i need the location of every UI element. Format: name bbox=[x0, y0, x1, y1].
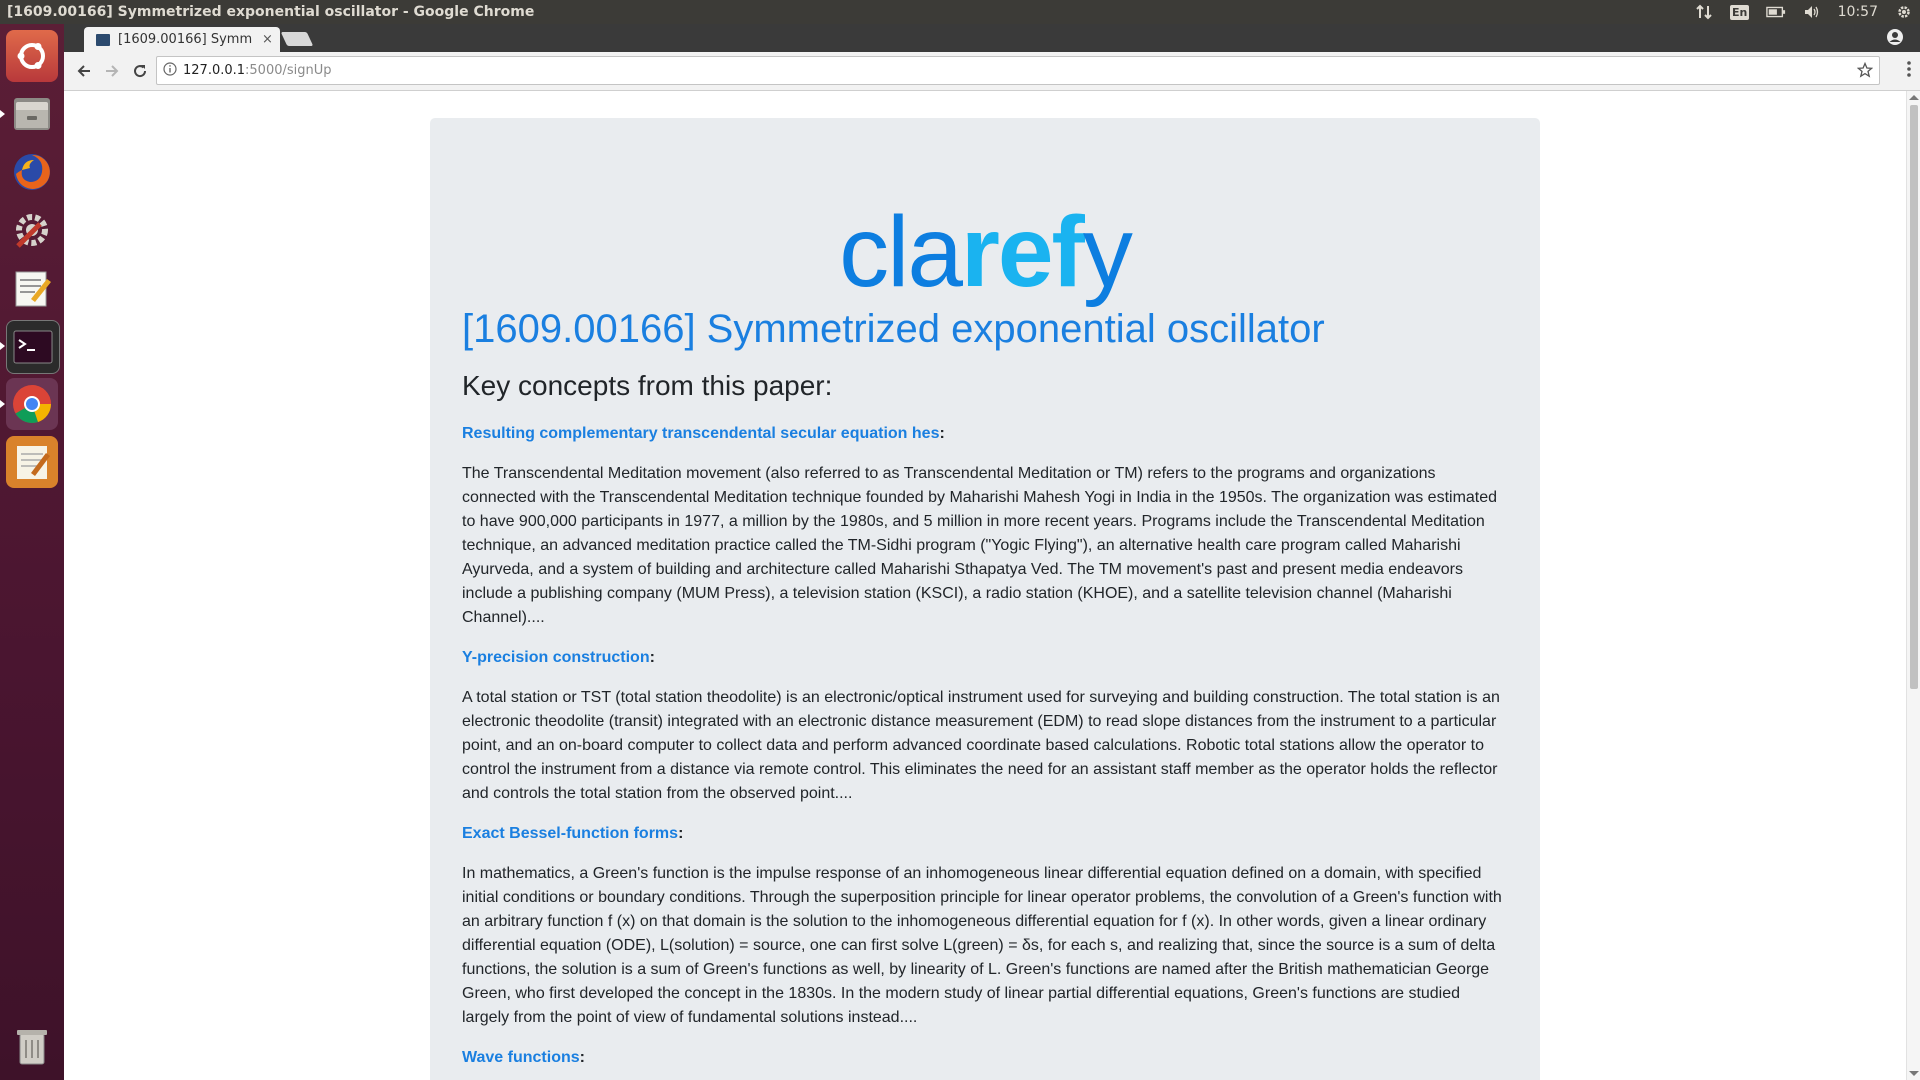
back-button[interactable] bbox=[72, 59, 96, 83]
trash-icon[interactable] bbox=[6, 1020, 58, 1072]
notes-icon[interactable] bbox=[6, 436, 58, 488]
logo-part-2: ref bbox=[961, 196, 1085, 308]
concept-link[interactable]: Resulting complementary transcendental s… bbox=[462, 425, 939, 442]
page-scrollbar[interactable] bbox=[1906, 91, 1920, 1080]
browser-toolbar: 127.0.0.1:5000/signUp bbox=[64, 52, 1920, 91]
battery-icon[interactable] bbox=[1765, 2, 1786, 22]
scroll-down-arrow[interactable] bbox=[1909, 1071, 1919, 1076]
running-indicator bbox=[0, 110, 5, 118]
terminal-icon[interactable] bbox=[6, 320, 60, 374]
running-indicator bbox=[0, 400, 5, 408]
concept-title: Exact Bessel-function forms: bbox=[462, 825, 684, 842]
keyboard-layout-indicator[interactable]: En bbox=[1729, 2, 1750, 22]
firefox-icon[interactable] bbox=[6, 146, 58, 198]
scroll-up-arrow[interactable] bbox=[1909, 95, 1919, 100]
profile-icon[interactable] bbox=[1886, 28, 1904, 50]
paper-title: [1609.00166] Symmetrized exponential osc… bbox=[462, 307, 1325, 351]
system-settings-icon[interactable] bbox=[6, 204, 58, 256]
concept-link[interactable]: Y-precision construction bbox=[462, 649, 650, 666]
concepts-heading: Key concepts from this paper: bbox=[462, 370, 833, 401]
clarefy-logo[interactable]: clarefy bbox=[430, 202, 1540, 302]
ubuntu-dash-icon[interactable] bbox=[6, 30, 58, 82]
launcher bbox=[0, 24, 65, 1080]
gear-icon[interactable] bbox=[1894, 2, 1914, 22]
tab-strip: [1609.00166] Symm × bbox=[64, 24, 1920, 52]
running-indicator bbox=[0, 342, 5, 350]
concept-description: A total station or TST (total station th… bbox=[462, 689, 1500, 802]
window-title: [1609.00166] Symmetrized exponential osc… bbox=[7, 4, 535, 20]
address-bar[interactable]: 127.0.0.1:5000/signUp bbox=[156, 56, 1880, 85]
forward-button[interactable] bbox=[100, 59, 124, 83]
files-icon[interactable] bbox=[6, 88, 58, 140]
bookmark-star-icon[interactable] bbox=[1856, 61, 1874, 82]
favicon-icon bbox=[96, 33, 110, 46]
concept-title: Y-precision construction: bbox=[462, 649, 655, 666]
page-viewport: clarefy [1609.00166] Symmetrized exponen… bbox=[64, 91, 1906, 1080]
url-path: :5000/signUp bbox=[245, 63, 332, 78]
concept-description: In mathematics, a Green's function is th… bbox=[462, 865, 1502, 1026]
tab-title: [1609.00166] Symm bbox=[118, 32, 253, 47]
url-host: 127.0.0.1 bbox=[183, 63, 246, 78]
text-editor-icon[interactable] bbox=[6, 262, 58, 314]
network-icon[interactable] bbox=[1694, 2, 1714, 22]
volume-icon[interactable] bbox=[1802, 2, 1822, 22]
concept-link[interactable]: Wave functions bbox=[462, 1049, 580, 1066]
system-tray: En 10:57 bbox=[1694, 0, 1914, 24]
tab-active[interactable]: [1609.00166] Symm × bbox=[84, 27, 280, 52]
content-card: clarefy [1609.00166] Symmetrized exponen… bbox=[430, 118, 1540, 1080]
keyboard-layout-label: En bbox=[1729, 4, 1750, 20]
clock[interactable]: 10:57 bbox=[1838, 4, 1878, 20]
chrome-icon[interactable] bbox=[6, 378, 58, 430]
logo-part-3: y bbox=[1082, 196, 1133, 308]
concept-description: The Transcendental Meditation movement (… bbox=[462, 465, 1498, 626]
concept-link[interactable]: Exact Bessel-function forms bbox=[462, 825, 678, 842]
concepts-list: Resulting complementary transcendental s… bbox=[462, 422, 1508, 1080]
concept-title: Resulting complementary transcendental s… bbox=[462, 425, 945, 442]
scrollbar-thumb[interactable] bbox=[1910, 105, 1918, 689]
reload-button[interactable] bbox=[128, 59, 152, 83]
tab-close-icon[interactable]: × bbox=[262, 32, 273, 47]
logo-part-1: cla bbox=[839, 196, 963, 308]
top-panel: [1609.00166] Symmetrized exponential osc… bbox=[0, 0, 1920, 24]
menu-icon[interactable] bbox=[1906, 60, 1912, 82]
info-icon[interactable] bbox=[163, 61, 177, 80]
new-tab-button[interactable] bbox=[280, 32, 314, 46]
concept-title: Wave functions: bbox=[462, 1049, 585, 1066]
